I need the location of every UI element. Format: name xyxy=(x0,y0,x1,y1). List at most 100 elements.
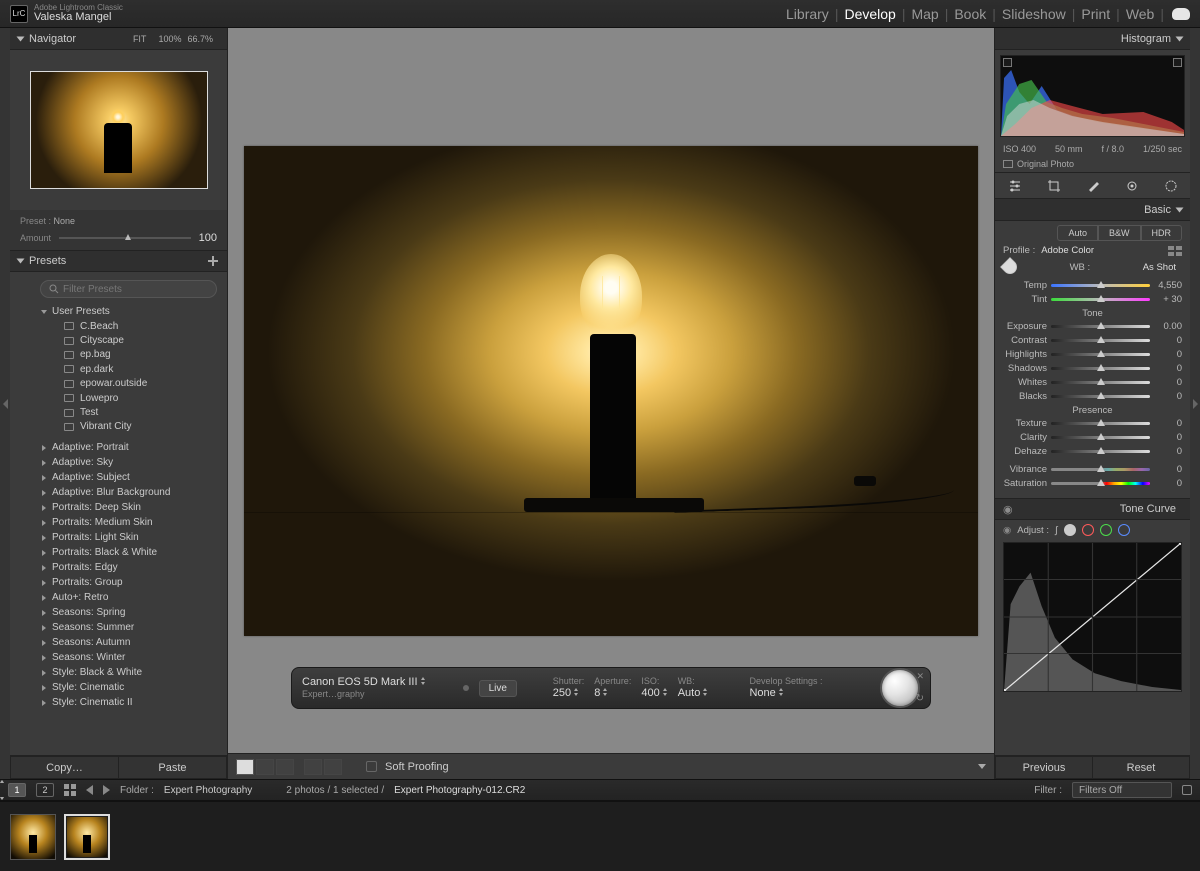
wb-picker-icon[interactable] xyxy=(1000,257,1020,277)
preset-item[interactable]: C.Beach xyxy=(18,319,223,333)
slider-shadows[interactable]: Shadows0 xyxy=(1003,361,1182,375)
slider-track[interactable] xyxy=(1051,367,1150,370)
preset-group[interactable]: Adaptive: Portrait xyxy=(18,440,223,455)
paste-button[interactable]: Paste xyxy=(119,756,227,779)
preset-search[interactable]: Filter Presets xyxy=(40,280,217,298)
edit-sliders-icon[interactable] xyxy=(1007,178,1023,194)
module-library[interactable]: Library xyxy=(786,6,829,22)
slider-exposure[interactable]: Exposure0.00 xyxy=(1003,319,1182,333)
slider-track[interactable] xyxy=(1051,381,1150,384)
preset-group[interactable]: Portraits: Black & White xyxy=(18,545,223,560)
slider-vibrance[interactable]: Vibrance0 xyxy=(1003,462,1182,476)
basic-header[interactable]: Basic xyxy=(995,199,1190,221)
slider-value[interactable]: 0 xyxy=(1150,478,1182,489)
previous-button[interactable]: Previous xyxy=(995,756,1093,779)
cloud-sync-icon[interactable] xyxy=(1172,8,1190,20)
slider-track[interactable] xyxy=(1051,325,1150,328)
module-develop[interactable]: Develop xyxy=(844,6,895,22)
slider-value[interactable]: + 30 xyxy=(1150,294,1182,305)
preset-group[interactable]: Style: Cinematic xyxy=(18,680,223,695)
slider-value[interactable]: 0 xyxy=(1150,391,1182,402)
navigator-preview[interactable] xyxy=(10,50,227,210)
preset-group[interactable]: Portraits: Light Skin xyxy=(18,530,223,545)
zoom-100[interactable]: 100% xyxy=(158,34,181,44)
filmstrip[interactable] xyxy=(0,801,1200,871)
preset-group[interactable]: Adaptive: Sky xyxy=(18,455,223,470)
module-book[interactable]: Book xyxy=(954,6,986,22)
slider-value[interactable]: 4,550 xyxy=(1150,280,1182,291)
preset-group-user[interactable]: User Presets xyxy=(18,304,223,319)
slider-temp[interactable]: Temp4,550 xyxy=(1003,278,1182,292)
auto-button[interactable]: Auto xyxy=(1057,225,1098,241)
slider-value[interactable]: 0 xyxy=(1150,335,1182,346)
monitor-1-button[interactable]: 1 xyxy=(8,783,26,797)
slider-track[interactable] xyxy=(1051,339,1150,342)
slider-track[interactable] xyxy=(1051,450,1150,453)
crop-icon[interactable] xyxy=(1046,178,1062,194)
slider-clarity[interactable]: Clarity0 xyxy=(1003,430,1182,444)
amount-slider[interactable] xyxy=(59,237,191,239)
wb-value[interactable]: Auto xyxy=(678,687,709,701)
curve-target-icon[interactable]: ◉ xyxy=(1003,525,1011,536)
parametric-curve-icon[interactable]: ∫ xyxy=(1055,525,1058,536)
navigator-thumbnail[interactable] xyxy=(30,71,208,189)
preset-item[interactable]: ep.bag xyxy=(18,348,223,362)
next-photo-icon[interactable] xyxy=(103,785,110,795)
preset-group[interactable]: Portraits: Edgy xyxy=(18,560,223,575)
preset-group[interactable]: Style: Cinematic II xyxy=(18,695,223,710)
live-view-button[interactable]: Live xyxy=(479,680,517,697)
wb-value[interactable]: As Shot xyxy=(1143,262,1176,273)
hdr-button[interactable]: HDR xyxy=(1141,225,1183,241)
slider-value[interactable]: 0.00 xyxy=(1150,321,1182,332)
iso-value[interactable]: 400 xyxy=(641,687,667,701)
preset-item[interactable]: Cityscape xyxy=(18,333,223,347)
channel-red[interactable] xyxy=(1082,524,1094,536)
monitor-2-button[interactable]: 2 xyxy=(36,783,54,797)
slider-value[interactable]: 0 xyxy=(1150,363,1182,374)
filter-select[interactable]: Filters Off xyxy=(1072,782,1172,798)
mask-icon[interactable] xyxy=(1163,178,1179,194)
slider-saturation[interactable]: Saturation0 xyxy=(1003,476,1182,490)
image-viewport[interactable]: Canon EOS 5D Mark III Expert…graphy Live… xyxy=(228,28,994,753)
filmstrip-thumb[interactable] xyxy=(64,814,110,860)
reset-button[interactable]: Reset xyxy=(1093,756,1190,779)
preset-group[interactable]: Seasons: Autumn xyxy=(18,635,223,650)
slider-track[interactable] xyxy=(1051,284,1150,287)
preset-item[interactable]: ep.dark xyxy=(18,362,223,376)
preset-group[interactable]: Seasons: Summer xyxy=(18,620,223,635)
heal-icon[interactable] xyxy=(1085,178,1101,194)
zoom-fit[interactable]: FIT xyxy=(133,34,147,44)
preset-item[interactable]: Test xyxy=(18,405,223,419)
slider-track[interactable] xyxy=(1051,422,1150,425)
presets-header[interactable]: Presets xyxy=(10,250,227,272)
tone-curve-header[interactable]: ◉ Tone Curve xyxy=(995,498,1190,520)
slider-track[interactable] xyxy=(1051,468,1150,471)
add-preset-icon[interactable] xyxy=(207,255,219,267)
preset-group[interactable]: Portraits: Medium Skin xyxy=(18,515,223,530)
slider-contrast[interactable]: Contrast0 xyxy=(1003,333,1182,347)
zoom-alt[interactable]: 66.7% xyxy=(187,34,213,44)
histogram-header[interactable]: Histogram xyxy=(995,28,1190,50)
shutter-button[interactable] xyxy=(880,668,920,708)
slider-track[interactable] xyxy=(1051,436,1150,439)
dev-settings-value[interactable]: None xyxy=(749,687,849,701)
bw-button[interactable]: B&W xyxy=(1098,225,1141,241)
slider-track[interactable] xyxy=(1051,298,1150,301)
grid-view-icon[interactable] xyxy=(64,784,76,796)
compare-yy-button[interactable] xyxy=(304,759,322,775)
aperture-value[interactable]: 8 xyxy=(594,687,631,701)
preset-group[interactable]: Seasons: Spring xyxy=(18,605,223,620)
photo-filename[interactable]: Expert Photography-012.CR2 xyxy=(394,785,525,796)
slider-highlights[interactable]: Highlights0 xyxy=(1003,347,1182,361)
slider-whites[interactable]: Whites0 xyxy=(1003,375,1182,389)
preset-group[interactable]: Adaptive: Subject xyxy=(18,470,223,485)
slider-track[interactable] xyxy=(1051,395,1150,398)
prev-photo-icon[interactable] xyxy=(86,785,93,795)
before-after-lr-button[interactable] xyxy=(256,759,274,775)
profile-value[interactable]: Adobe Color xyxy=(1041,245,1094,256)
amount-value[interactable]: 100 xyxy=(199,232,217,244)
channel-green[interactable] xyxy=(1100,524,1112,536)
slider-value[interactable]: 0 xyxy=(1150,418,1182,429)
slider-value[interactable]: 0 xyxy=(1150,446,1182,457)
module-print[interactable]: Print xyxy=(1081,6,1110,22)
